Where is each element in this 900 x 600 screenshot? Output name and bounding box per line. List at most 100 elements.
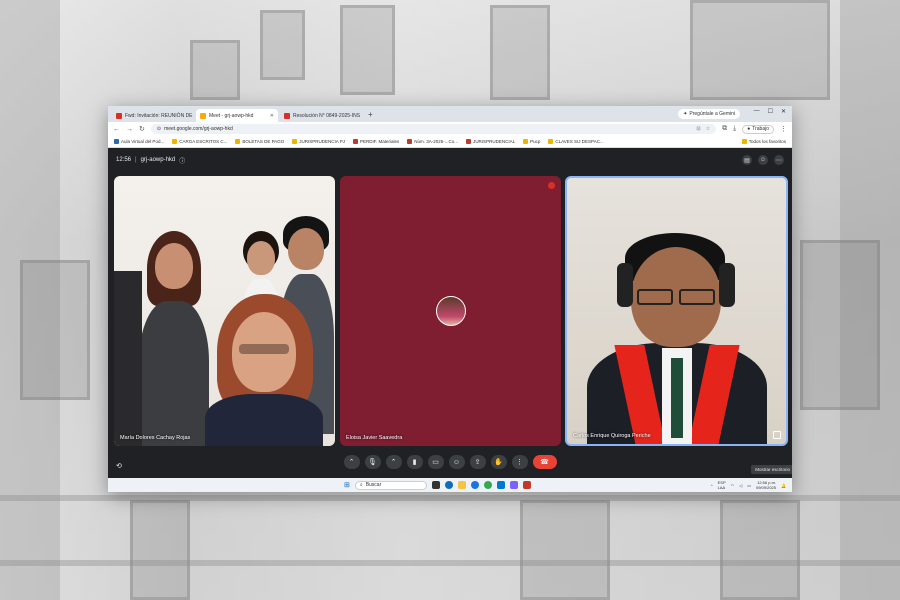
folder-icon xyxy=(235,139,241,144)
bookmark-item[interactable]: Aula Virtual del Pod... xyxy=(114,139,164,144)
bookmark-item[interactable]: Núm. 3A-2025-...Co... xyxy=(407,139,458,144)
acrobat-icon[interactable] xyxy=(522,481,531,489)
file-explorer-icon[interactable] xyxy=(457,481,466,489)
meet-header: 12:56 | grj-aowp-hkd ⓘ ▤ ☺ ⋯ xyxy=(108,148,792,172)
more-options-icon[interactable]: ⋮ xyxy=(511,455,528,469)
tab-resolution[interactable]: Resolución N° 0849-2025-INS ✕ xyxy=(280,109,362,122)
people-icon[interactable]: ☺ xyxy=(758,155,768,165)
present-icon[interactable]: ⇪ xyxy=(469,455,486,469)
gemini-icon: ✦ xyxy=(683,111,688,117)
battery-icon[interactable]: ▭ xyxy=(747,483,751,488)
bookmark-label: Todos los favoritos xyxy=(748,139,786,144)
building-ledge xyxy=(0,560,900,566)
bookmark-label: CLAVES SIJ DESPAC... xyxy=(555,139,604,144)
tab-email[interactable]: Fwd: Invitación: REUNIÓN DE ✕ xyxy=(112,109,194,122)
camera-icon[interactable]: ▮ xyxy=(406,455,423,469)
profile-button[interactable]: ● Trabajo xyxy=(742,124,774,134)
search-placeholder: Buscar xyxy=(365,482,382,488)
task-view-icon[interactable] xyxy=(431,481,440,489)
tab-meet[interactable]: Meet - grj-aowp-hkd ✕ xyxy=(196,109,278,122)
bookmark-item[interactable]: Pucp xyxy=(523,139,540,144)
search-icon: ⌕ xyxy=(359,482,363,488)
clock[interactable]: 12:56 p.m. 09/09/2025 xyxy=(756,480,776,490)
mic-muted-icon xyxy=(548,182,555,189)
building-window xyxy=(260,10,305,80)
microphone-icon[interactable]: 🎙 xyxy=(364,455,381,469)
chrome-profile-icon[interactable] xyxy=(483,481,492,489)
meeting-time: 12:56 xyxy=(116,157,132,163)
participant-video-person xyxy=(587,233,767,444)
chrome-icon[interactable] xyxy=(470,481,479,489)
address-bar: ← → ↻ ⊙ meet.google.com/grj-aowp-hkd ⊡ ☆… xyxy=(108,122,792,136)
reload-icon[interactable]: ↻ xyxy=(139,125,145,133)
folder-icon xyxy=(172,139,178,144)
participant-video-person xyxy=(114,271,142,446)
lang-sub-label: LAA xyxy=(717,485,726,490)
bookmark-item[interactable]: JURISPRUDENCIA PJ xyxy=(292,139,345,144)
back-icon[interactable]: ← xyxy=(113,126,120,133)
install-icon[interactable]: ⊡ xyxy=(696,126,700,132)
bookmark-star-icon[interactable]: ☆ xyxy=(706,126,710,132)
participant-name: Carlos Enrique Quiroga Periche xyxy=(573,433,651,439)
bookmark-label: CARGA ESCRITOS C... xyxy=(179,139,228,144)
teams-icon[interactable] xyxy=(509,481,518,489)
menu-icon[interactable]: ⋮ xyxy=(780,125,787,133)
new-tab-button[interactable]: + xyxy=(364,110,377,119)
tab-label: Fwd: Invitación: REUNIÓN DE xyxy=(125,112,193,119)
bookmark-icon xyxy=(466,139,472,144)
site-info-icon[interactable]: ⊙ xyxy=(157,126,161,132)
wifi-icon[interactable]: ◠ xyxy=(731,483,735,488)
more-tools-icon[interactable]: ⋯ xyxy=(774,155,784,165)
bookmarks-bar: Aula Virtual del Pod... CARGA ESCRITOS C… xyxy=(108,136,792,148)
folder-icon xyxy=(292,139,298,144)
bookmark-item[interactable]: JURISPRUDENCIAL xyxy=(466,139,515,144)
notifications-icon[interactable]: 🔔 xyxy=(781,483,786,488)
minimize-icon[interactable]: — xyxy=(754,108,760,115)
building-window xyxy=(800,240,880,410)
close-icon[interactable]: ✕ xyxy=(270,113,274,119)
participant-video-person xyxy=(199,294,329,446)
extensions-icon[interactable]: ⧉ xyxy=(722,125,727,133)
building-window xyxy=(520,500,610,600)
separator: | xyxy=(135,157,137,163)
building-window xyxy=(340,5,395,95)
raise-hand-icon[interactable]: ✋ xyxy=(490,455,507,469)
captions-toggle-icon[interactable]: ▭ xyxy=(427,455,444,469)
bookmark-item[interactable]: PERDIF. Materiales xyxy=(353,139,399,144)
store-icon[interactable] xyxy=(496,481,505,489)
url-input[interactable]: ⊙ meet.google.com/grj-aowp-hkd ⊡ ☆ xyxy=(150,124,717,134)
tab-label: Resolución N° 0849-2025-INS xyxy=(293,112,361,119)
pin-icon[interactable] xyxy=(773,431,781,439)
downloads-icon[interactable]: ⤓ xyxy=(733,125,736,133)
participant-tile[interactable]: Carlos Enrique Quiroga Periche xyxy=(565,176,788,446)
end-call-button[interactable]: ☎ xyxy=(532,455,557,469)
bookmark-item[interactable]: BOLETAS DE PAGO xyxy=(235,139,284,144)
video-options-icon[interactable]: ⌃ xyxy=(385,455,402,469)
emoji-icon[interactable]: ☺ xyxy=(448,455,465,469)
windows-start-icon[interactable]: ⊞ xyxy=(344,481,350,489)
maximize-icon[interactable]: ☐ xyxy=(768,108,773,115)
all-bookmarks-button[interactable]: Todos los favoritos xyxy=(741,139,786,144)
bookmark-icon xyxy=(407,139,413,144)
edge-icon[interactable] xyxy=(444,481,453,489)
chevron-up-icon[interactable]: ^ xyxy=(711,483,713,488)
audio-settings-icon[interactable]: ⌃ xyxy=(343,455,360,469)
bookmark-item[interactable]: CLAVES SIJ DESPAC... xyxy=(548,139,604,144)
taskbar-search-input[interactable]: ⌕ Buscar xyxy=(354,480,427,490)
folder-icon xyxy=(523,139,529,144)
participant-name: Eloisa Javier Saavedra xyxy=(346,435,403,441)
bookmark-label: Aula Virtual del Pod... xyxy=(121,139,165,144)
bookmark-label: JURISPRUDENCIA PJ xyxy=(299,139,346,144)
gemini-button[interactable]: ✦ Pregúntale a Gemini xyxy=(678,109,740,119)
close-window-icon[interactable]: ✕ xyxy=(781,108,786,115)
clock-date: 09/09/2025 xyxy=(755,485,777,490)
language-indicator[interactable]: ESP LAA xyxy=(718,480,726,490)
info-icon[interactable]: ⓘ xyxy=(179,156,185,165)
captions-icon[interactable]: ▤ xyxy=(742,155,752,165)
volume-icon[interactable]: ◁ xyxy=(739,483,742,488)
participant-tile[interactable]: María Dolores Cachay Rojas xyxy=(114,176,335,446)
bookmark-item[interactable]: CARGA ESCRITOS C... xyxy=(172,139,227,144)
participant-tile[interactable]: Eloisa Javier Saavedra xyxy=(340,176,561,446)
bookmark-label: PERDIF. Materiales xyxy=(360,139,400,144)
forward-icon[interactable]: → xyxy=(126,126,133,133)
